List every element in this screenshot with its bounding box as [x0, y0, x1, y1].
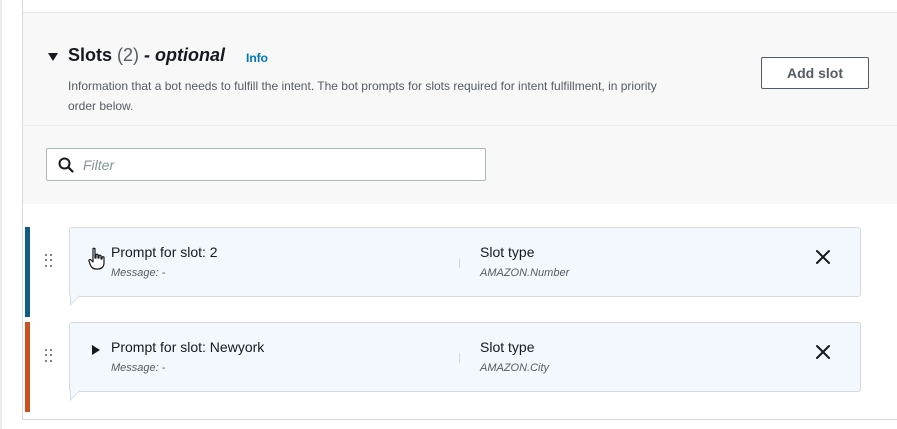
drag-handle-icon[interactable] — [45, 254, 53, 268]
column-divider — [459, 258, 460, 268]
slot-type-value: AMAZON.Number — [480, 267, 570, 279]
add-slot-button[interactable]: Add slot — [761, 57, 869, 89]
search-icon — [58, 157, 74, 173]
filter-input[interactable] — [83, 155, 473, 175]
slot-row: Prompt for slot: Newyork Message: - Slot… — [23, 322, 897, 412]
slot-card[interactable]: Prompt for slot: 2 Message: - Slot type … — [69, 227, 861, 297]
slot-prompt: Prompt for slot: 2 — [111, 244, 218, 260]
filter-area — [23, 126, 897, 204]
page: Slots (2) - optional Info Information th… — [0, 0, 897, 429]
caret-down-icon[interactable] — [48, 53, 58, 61]
slot-count: (2) — [117, 45, 140, 65]
slot-message: Message: - — [111, 362, 166, 374]
filter-field[interactable] — [46, 148, 486, 181]
section-title[interactable]: Slots (2) - optional — [68, 45, 225, 66]
slot-type-label: Slot type — [480, 339, 535, 355]
outer-divider — [0, 0, 2, 429]
slot-row: Prompt for slot: 2 Message: - Slot type … — [23, 227, 897, 317]
optional-label: - optional — [144, 45, 226, 65]
info-link[interactable]: Info — [246, 51, 268, 65]
slot-accent-bar — [25, 322, 30, 412]
slot-prompt: Prompt for slot: Newyork — [111, 339, 265, 355]
caret-right-icon[interactable] — [92, 345, 100, 355]
slot-type-value: AMAZON.City — [480, 362, 550, 374]
column-divider — [459, 353, 460, 363]
section-title-name: Slots — [68, 45, 113, 65]
slot-accent-bar — [25, 227, 30, 317]
close-icon[interactable] — [814, 343, 832, 361]
hand-cursor-icon — [88, 247, 105, 270]
section-description: Information that a bot needs to fulfill … — [68, 79, 657, 113]
slot-type-label: Slot type — [480, 244, 535, 260]
close-icon[interactable] — [814, 248, 832, 266]
slots-header: Slots (2) - optional Info Information th… — [23, 12, 897, 126]
slot-message: Message: - — [111, 267, 166, 279]
drag-handle-icon[interactable] — [45, 349, 53, 363]
slot-card[interactable]: Prompt for slot: Newyork Message: - Slot… — [69, 322, 861, 392]
slots-panel: Slots (2) - optional Info Information th… — [22, 0, 897, 420]
